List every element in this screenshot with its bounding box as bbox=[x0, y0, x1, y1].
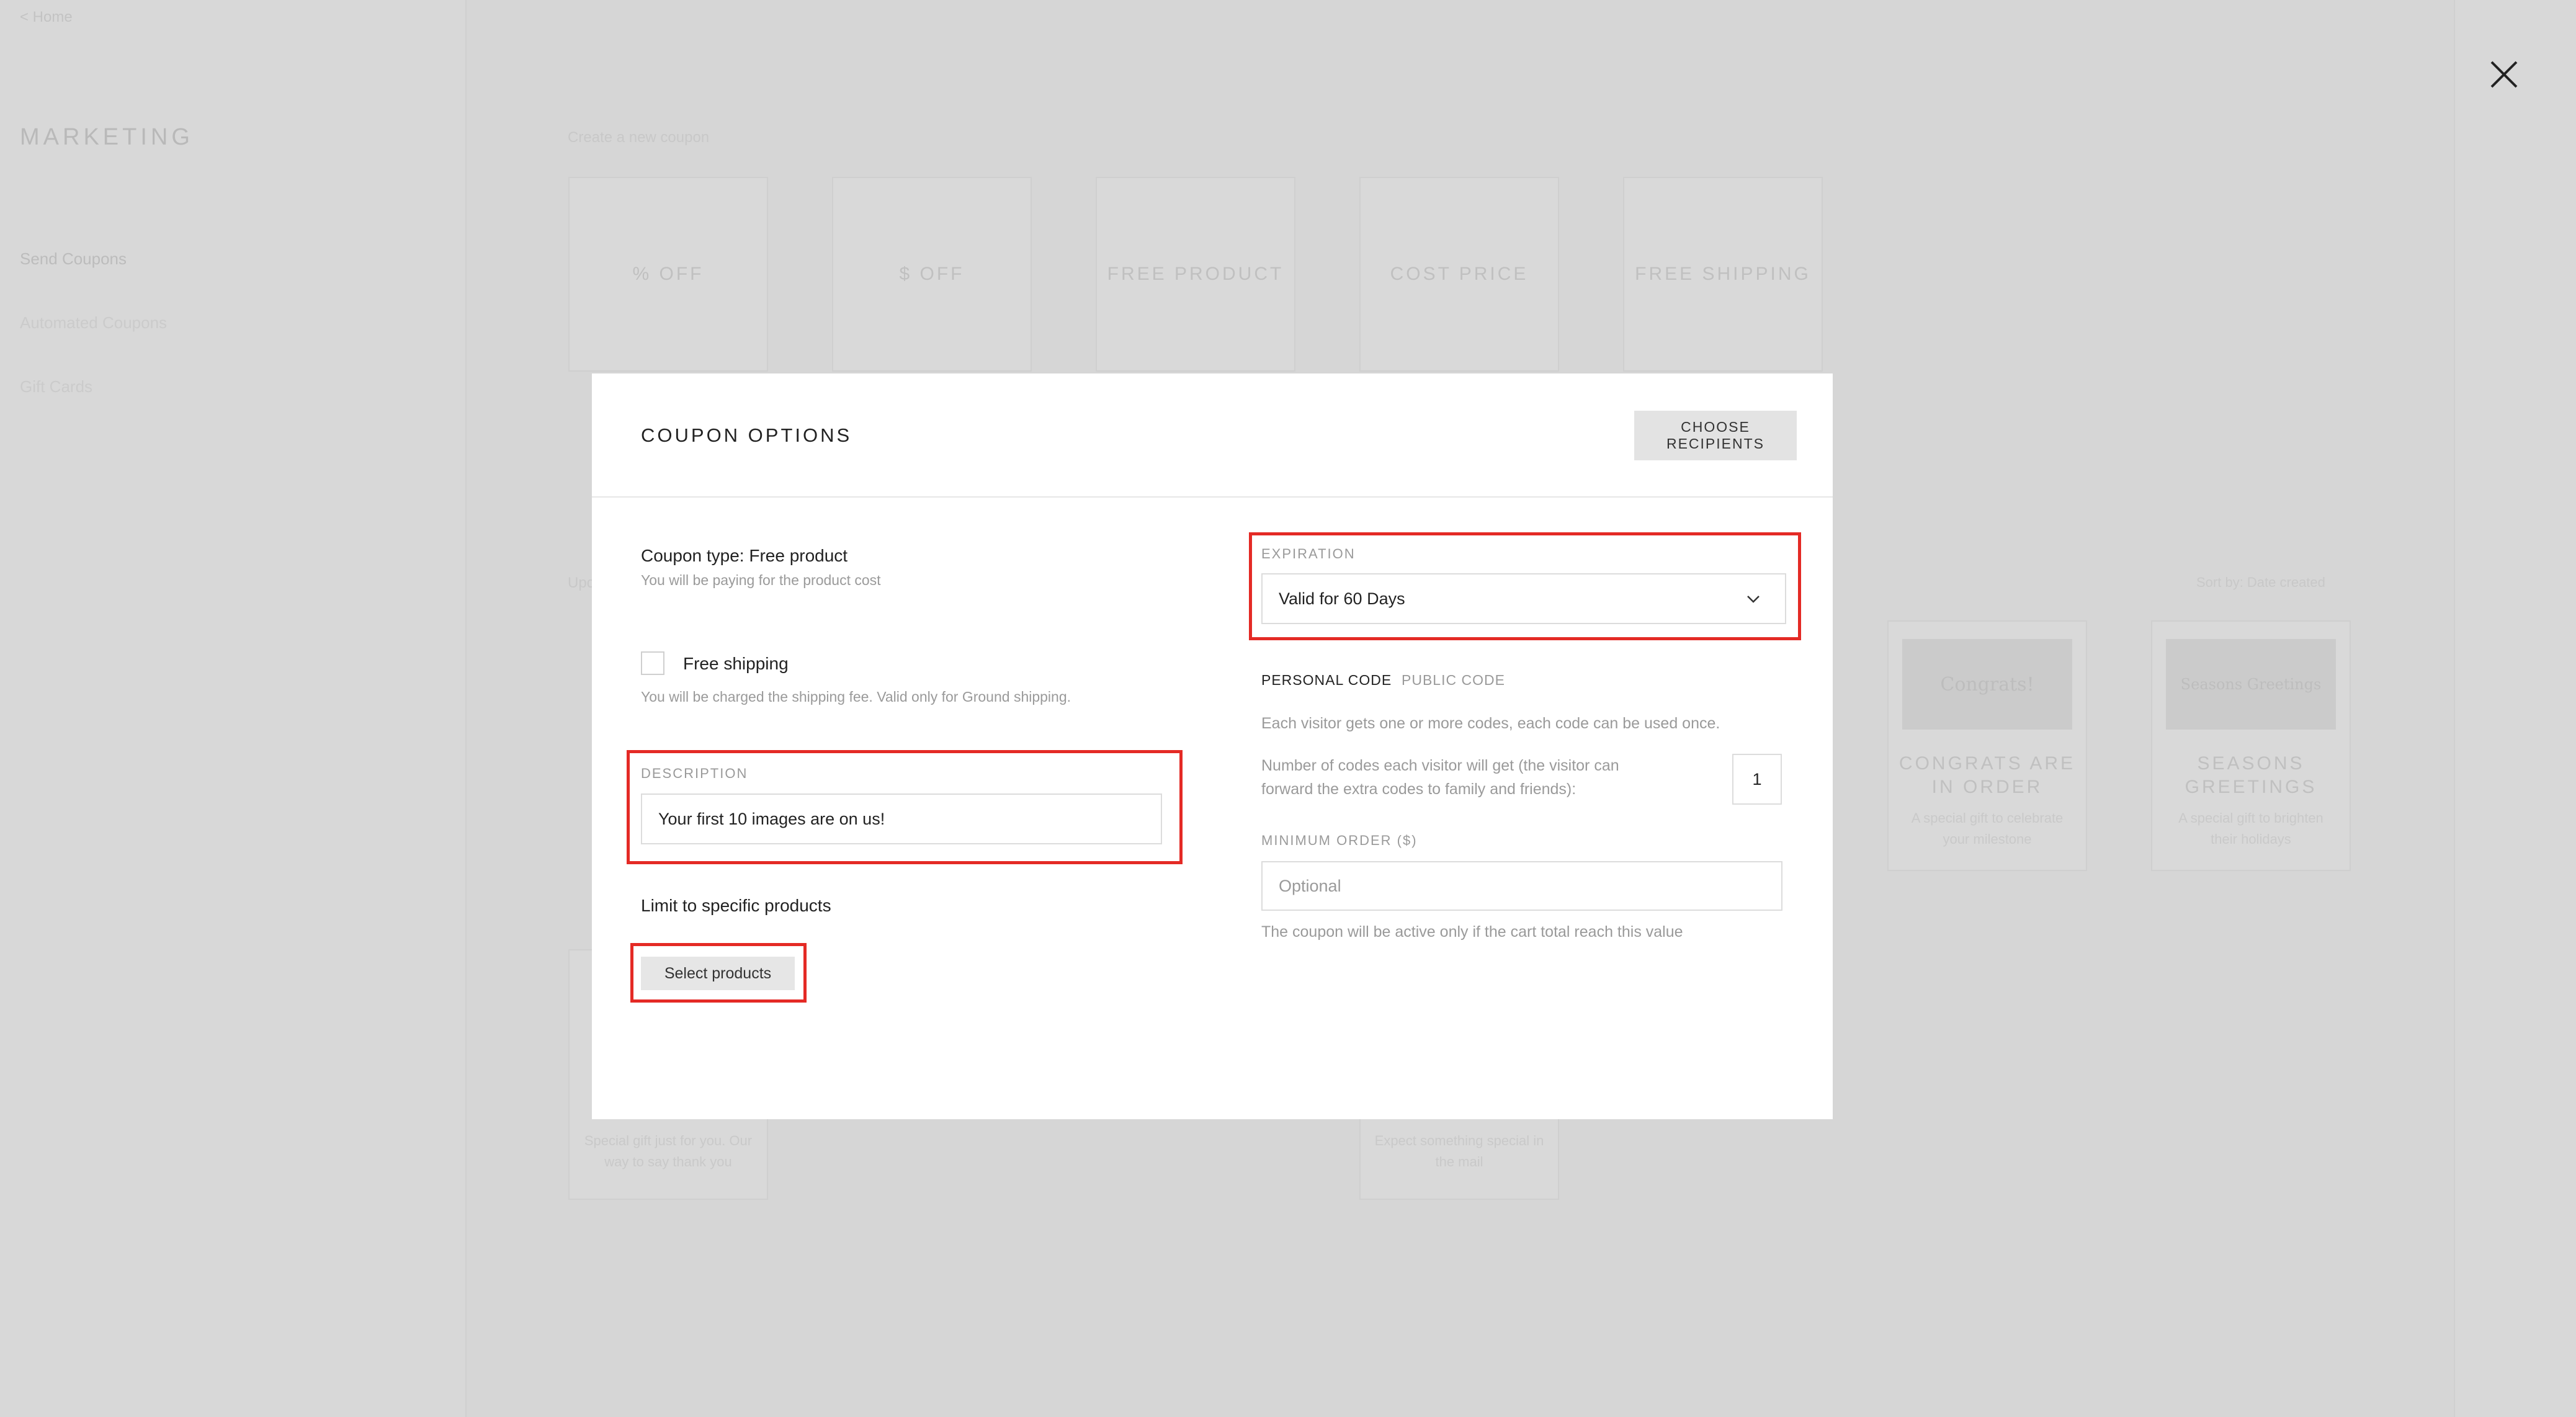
sort-dropdown[interactable]: Sort by: Date created bbox=[2196, 574, 2325, 591]
create-coupon-label: Create a new coupon bbox=[568, 129, 710, 146]
coupon-type-label: Coupon type: Free product bbox=[641, 546, 848, 565]
coupon-type-label: FREE SHIPPING bbox=[1635, 264, 1811, 284]
template-subtitle: A special gift to brighten their holiday… bbox=[2178, 810, 2323, 847]
code-usage-note: Each visitor gets one or more codes, eac… bbox=[1261, 715, 1720, 732]
modal-header: COUPON OPTIONS CHOOSE RECIPIENTS bbox=[592, 373, 1833, 498]
coupon-type-label: COST PRICE bbox=[1390, 264, 1529, 284]
breadcrumb[interactable]: < Home bbox=[20, 9, 73, 26]
template-subtitle: A special gift to celebrate your milesto… bbox=[1911, 810, 2064, 847]
minimum-order-note: The coupon will be active only if the ca… bbox=[1261, 923, 1683, 941]
select-products-button[interactable]: Select products bbox=[641, 957, 795, 990]
codes-count-label: Number of codes each visitor will get (t… bbox=[1261, 757, 1619, 774]
coupon-type-cost-price[interactable]: COST PRICE bbox=[1359, 177, 1559, 372]
template-subtitle: Special gift just for you. Our way to sa… bbox=[584, 1133, 753, 1169]
chevron-down-icon bbox=[1747, 596, 1760, 603]
expiration-label: EXPIRATION bbox=[1261, 546, 1356, 561]
coupon-options-modal: COUPON OPTIONS CHOOSE RECIPIENTS Coupon … bbox=[592, 373, 1833, 1119]
sidebar: < Home MARKETING Send Coupons Automated … bbox=[0, 0, 467, 1417]
coupon-type-free-shipping[interactable]: FREE SHIPPING bbox=[1623, 177, 1823, 372]
minimum-order-placeholder: Optional bbox=[1279, 876, 1341, 895]
coupon-type-percent-off[interactable]: % OFF bbox=[568, 177, 768, 372]
free-shipping-checkbox[interactable] bbox=[641, 651, 664, 675]
coupon-type-note: You will be paying for the product cost bbox=[641, 572, 881, 588]
minimum-order-label: MINIMUM ORDER ($) bbox=[1261, 833, 1418, 848]
close-x-icon bbox=[2490, 61, 2518, 88]
modal-title: COUPON OPTIONS bbox=[641, 424, 852, 446]
template-title: CONGRATS ARE IN ORDER bbox=[1898, 753, 2076, 797]
sidebar-title: MARKETING bbox=[20, 124, 194, 150]
coupon-type-label: $ OFF bbox=[899, 264, 965, 284]
coupon-type-label: FREE PRODUCT bbox=[1107, 264, 1284, 284]
codes-count-label-2: forward the extra codes to family and fr… bbox=[1261, 780, 1576, 798]
sidebar-item-gift-cards[interactable]: Gift Cards bbox=[20, 377, 92, 396]
tab-personal-code[interactable]: PERSONAL CODE bbox=[1261, 672, 1392, 689]
choose-recipients-button[interactable]: CHOOSE RECIPIENTS bbox=[1634, 411, 1797, 460]
sidebar-item-send-coupons[interactable]: Send Coupons bbox=[20, 249, 127, 269]
description-label: DESCRIPTION bbox=[641, 766, 748, 781]
free-shipping-label[interactable]: Free shipping bbox=[683, 654, 789, 674]
close-button[interactable] bbox=[2487, 57, 2521, 92]
free-shipping-note: You will be charged the shipping fee. Va… bbox=[641, 689, 1071, 705]
template-image: Seasons Greetings bbox=[2166, 639, 2336, 730]
minimum-order-input[interactable]: Optional bbox=[1261, 861, 1782, 911]
coupon-type-free-product[interactable]: FREE PRODUCT bbox=[1096, 177, 1295, 372]
description-input[interactable]: Your first 10 images are on us! bbox=[641, 793, 1162, 844]
template-title: SEASONS GREETINGS bbox=[2185, 753, 2317, 797]
limit-products-label: Limit to specific products bbox=[641, 896, 831, 915]
tab-public-code[interactable]: PUBLIC CODE bbox=[1402, 672, 1505, 689]
sidebar-item-automated-coupons[interactable]: Automated Coupons bbox=[20, 313, 167, 333]
coupon-type-dollar-off[interactable]: $ OFF bbox=[832, 177, 1032, 372]
right-panel bbox=[2454, 0, 2576, 1417]
expiration-select[interactable]: Valid for 60 Days bbox=[1261, 573, 1786, 624]
template-subtitle: Expect something special in the mail bbox=[1374, 1133, 1544, 1169]
coupon-type-label: % OFF bbox=[632, 264, 704, 284]
template-image: Congrats! bbox=[1902, 639, 2072, 730]
template-card-seasons[interactable]: Seasons Greetings SEASONS GREETINGS A sp… bbox=[2151, 620, 2351, 871]
expiration-value: Valid for 60 Days bbox=[1279, 589, 1405, 608]
codes-count-input[interactable]: 1 bbox=[1732, 754, 1782, 805]
template-card-congrats[interactable]: Congrats! CONGRATS ARE IN ORDER A specia… bbox=[1887, 620, 2087, 871]
